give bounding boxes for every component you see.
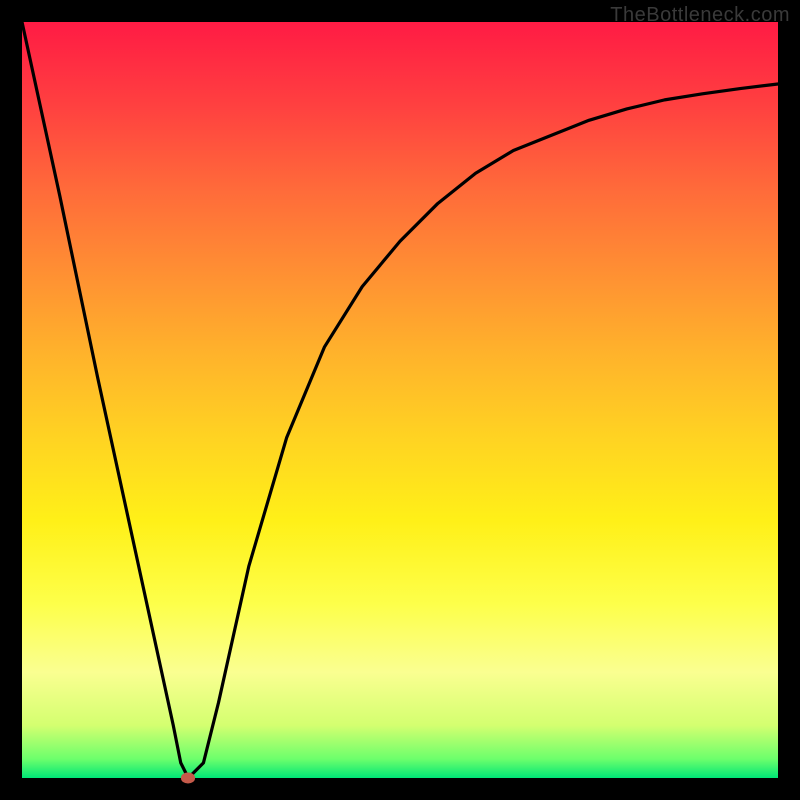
watermark-link[interactable]: TheBottleneck.com [610,4,790,27]
bottleneck-curve [22,22,778,778]
plot-area [22,22,778,778]
minimum-marker [181,773,195,784]
chart-container: TheBottleneck.com [0,0,800,800]
